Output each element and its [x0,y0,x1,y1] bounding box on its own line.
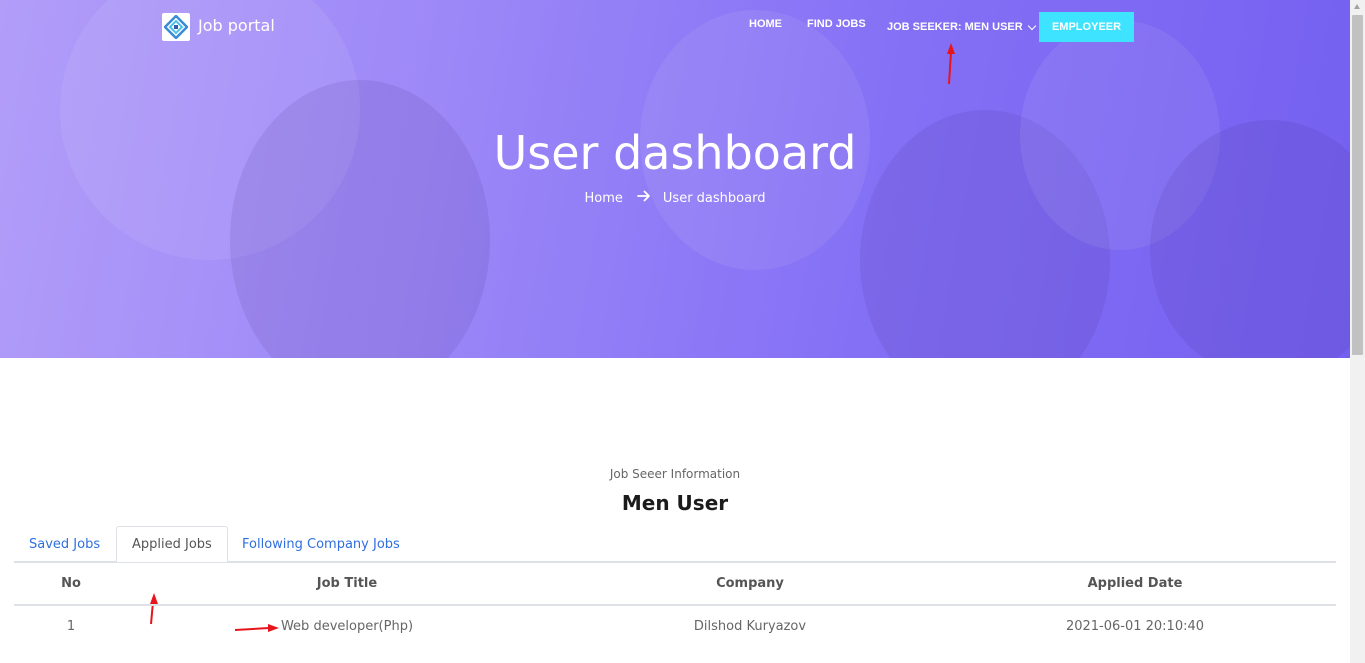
breadcrumb: Home User dashboard [0,190,1350,206]
column-header-company: Company [716,576,784,591]
vertical-scrollbar[interactable] [1350,0,1365,663]
nav-job-seeker-dropdown[interactable]: JOB SEEKER: MEN USER [887,18,1036,36]
profile-user-name: Men User [621,491,729,515]
profile-section-label: Job Seeer Information [609,467,741,481]
page-title: User dashboard [493,126,857,180]
logo-text: Job portal [198,15,275,35]
cell-applied-date: 2021-06-01 20:10:40 [1065,619,1205,634]
arrow-right-icon [637,190,651,206]
tab-following-company-jobs[interactable]: Following Company Jobs [227,526,415,562]
hero-banner: Job portal HOME FIND JOBS JOB SEEKER: ME… [0,0,1350,358]
scrollbar-thumb[interactable] [1352,15,1363,355]
tab-saved-jobs[interactable]: Saved Jobs [14,526,115,562]
column-header-job-title: Job Title [316,576,378,591]
page: Job portal HOME FIND JOBS JOB SEEKER: ME… [0,0,1365,663]
logo-icon [162,13,190,41]
scroll-up-arrow-icon[interactable] [1354,4,1360,9]
annotation-arrow-up-icon [947,43,955,85]
tab-applied-jobs[interactable]: Applied Jobs [116,526,228,563]
column-header-no: No [61,576,81,591]
cell-company: Dilshod Kuryazov [693,619,807,634]
site-logo[interactable]: Job portal [162,13,275,41]
nav-job-seeker-label: JOB SEEKER: MEN USER [887,21,1023,33]
breadcrumb-home-link[interactable]: Home [585,191,623,206]
table-row: 1 Web developer(Php) Dilshod Kuryazov 20… [14,606,1336,650]
cell-job-title[interactable]: Web developer(Php) [247,619,447,634]
top-navbar: Job portal HOME FIND JOBS JOB SEEKER: ME… [0,0,1350,60]
employer-button[interactable]: EMPLOYEER [1039,12,1134,42]
applied-jobs-table: No Job Title Company Applied Date 1 Web … [14,562,1336,650]
table-header-row: No Job Title Company Applied Date [14,562,1336,606]
nav-home-link[interactable]: HOME [749,18,782,36]
breadcrumb-current: User dashboard [662,190,766,206]
chevron-down-icon [1027,21,1036,30]
column-header-applied-date: Applied Date [1087,576,1183,591]
nav-find-jobs-link[interactable]: FIND JOBS [807,18,866,36]
dashboard-tabs: Saved Jobs Applied Jobs Following Compan… [14,526,1336,563]
cell-no: 1 [66,619,76,634]
